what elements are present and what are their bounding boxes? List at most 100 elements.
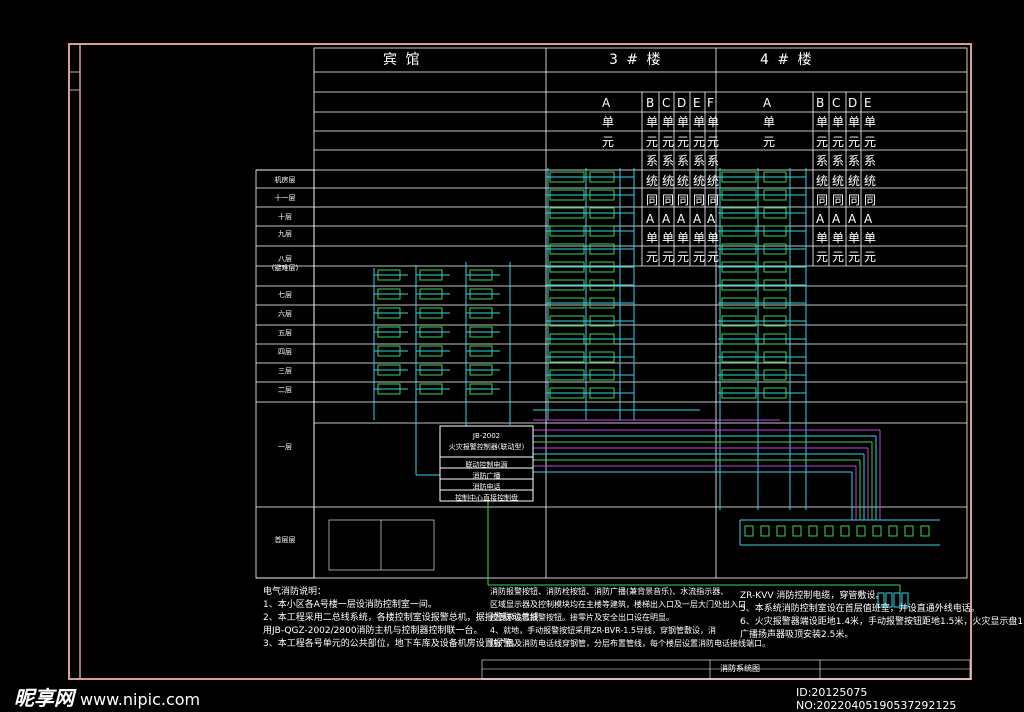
note-line: 电气消防说明： [263, 587, 327, 597]
floor-label: 六层 [278, 310, 292, 318]
unit-cell: 同 [662, 193, 675, 207]
basement-device [824, 525, 834, 537]
unit-cell: 元 [816, 250, 829, 264]
basement-device [744, 525, 754, 537]
note-line: 4、就地，手动报警按钮采用ZR-BVR-1.5导线，穿钢管敷设，消 [490, 626, 716, 635]
basement-device [840, 525, 850, 537]
unit-cell: E [693, 96, 701, 110]
unit-cell: 同 [832, 193, 845, 207]
floor-label: 四层 [278, 348, 292, 356]
note-line: 区域显示器及控制模块均在主楼等建筑，楼梯出入口及一层大门处出入口 [490, 600, 746, 609]
floor-label: 十一层 [274, 194, 296, 202]
unit-cell: 统 [693, 174, 706, 188]
unit-cell: 元 [707, 250, 720, 264]
panel-row-broadcast: 消防广播 [472, 472, 501, 480]
unit-cell: 元 [677, 135, 690, 149]
panel-row-power: 联动控制电源 [465, 461, 508, 469]
unit-cell: A [662, 212, 671, 226]
note-line: ZR-KVV 消防控制电缆，穿管敷设。 [740, 591, 885, 601]
basement-device [856, 525, 866, 537]
watermark-id: ID:20125075 NO:20220405190537292125 [796, 686, 957, 712]
unit-cell: 元 [707, 135, 720, 149]
header-building-4: 4 # 楼 [760, 52, 814, 68]
unit-cell: 元 [848, 250, 861, 264]
unit-cell: 单 [763, 115, 776, 129]
unit-cell: 系 [848, 154, 861, 168]
note-line: 消防报警按钮、消防栓按钮、消防广播(兼背景音乐)、水流指示器、 [490, 587, 729, 596]
unit-cell: 单 [864, 115, 877, 129]
unit-cell: 元 [864, 250, 877, 264]
unit-cell: 元 [662, 250, 675, 264]
unit-cell: 同 [848, 193, 861, 207]
unit-cell: 元 [677, 250, 690, 264]
unit-cell: 统 [646, 174, 659, 188]
unit-cell: A [864, 212, 873, 226]
unit-cell: 统 [848, 174, 861, 188]
unit-cell: D [677, 96, 687, 110]
unit-cell: 元 [864, 135, 877, 149]
watermark-logo: 昵享网 www.nipic.com [14, 682, 200, 711]
unit-cell: 单 [864, 231, 877, 245]
unit-cell: A [646, 212, 655, 226]
unit-cell: 单 [707, 115, 720, 129]
unit-cell: 元 [848, 135, 861, 149]
unit-cell: F [707, 96, 714, 110]
unit-cell: A [677, 212, 686, 226]
unit-cell: 系 [816, 154, 829, 168]
watermark-url: www.nipic.com [80, 690, 201, 709]
unit-cell: 元 [693, 135, 706, 149]
basement-device [808, 525, 818, 537]
titleblock-drawing-name: 消防系统图 [720, 664, 760, 673]
unit-cell: 系 [707, 154, 720, 168]
unit-cell: 单 [677, 231, 690, 245]
unit-cell: 统 [864, 174, 877, 188]
floor-label: 二层 [278, 386, 292, 394]
unit-cell: 系 [864, 154, 877, 168]
note-line: 按要求设置报警按钮。接零片及安全出口设在明显。 [490, 613, 674, 622]
unit-cell: 单 [816, 115, 829, 129]
unit-cell: 元 [602, 135, 615, 149]
unit-cell: 同 [646, 193, 659, 207]
unit-cell: B [646, 96, 655, 110]
unit-cell: 统 [816, 174, 829, 188]
panel-model: JB-2002 [472, 432, 501, 440]
unit-cell: A [602, 96, 611, 110]
unit-cell: B [816, 96, 825, 110]
basement-device [904, 525, 914, 537]
unit-cell: 系 [693, 154, 706, 168]
unit-cell: 单 [662, 231, 675, 245]
unit-cell: 系 [646, 154, 659, 168]
unit-cell: C [662, 96, 671, 110]
unit-cell: 单 [693, 115, 706, 129]
unit-cell: 同 [677, 193, 690, 207]
unit-cell: 单 [646, 231, 659, 245]
legend-table [328, 519, 435, 571]
note-line: 用JB-QGZ-2002/2800消防主机与控制器控制联一台。 [263, 626, 483, 636]
unit-cell: 元 [832, 250, 845, 264]
unit-cell: A [848, 212, 857, 226]
unit-cell: 统 [662, 174, 675, 188]
unit-cell: A [763, 96, 772, 110]
floor-label: 一层 [278, 443, 292, 451]
basement-device [872, 525, 882, 537]
note-line: 1、本小区各A号楼一层设消防控制室一间。 [263, 600, 437, 610]
unit-cell: 单 [602, 115, 615, 129]
unit-cell: 元 [816, 135, 829, 149]
unit-cell: A [832, 212, 841, 226]
unit-cell: 单 [816, 231, 829, 245]
unit-cell: 同 [693, 193, 706, 207]
basement-device [792, 525, 802, 537]
unit-cell: 单 [848, 115, 861, 129]
unit-cell: A [693, 212, 702, 226]
unit-cell: 元 [662, 135, 675, 149]
floor-label: 八层 (避难层) [271, 255, 299, 272]
header-building-3: 3 # 楼 [609, 52, 663, 68]
basement-device [888, 525, 898, 537]
unit-cell: D [848, 96, 858, 110]
panel-row-direct: 控制中心直接控制盘 [455, 494, 518, 502]
note-line: 防广播及消防电话线穿钢管，分层布置管线，每个楼层设置消防电话接线端口。 [490, 639, 770, 648]
basement-device [760, 525, 770, 537]
floor-label: 十层 [278, 213, 292, 221]
unit-cell: A [707, 212, 716, 226]
unit-cell: 单 [646, 115, 659, 129]
